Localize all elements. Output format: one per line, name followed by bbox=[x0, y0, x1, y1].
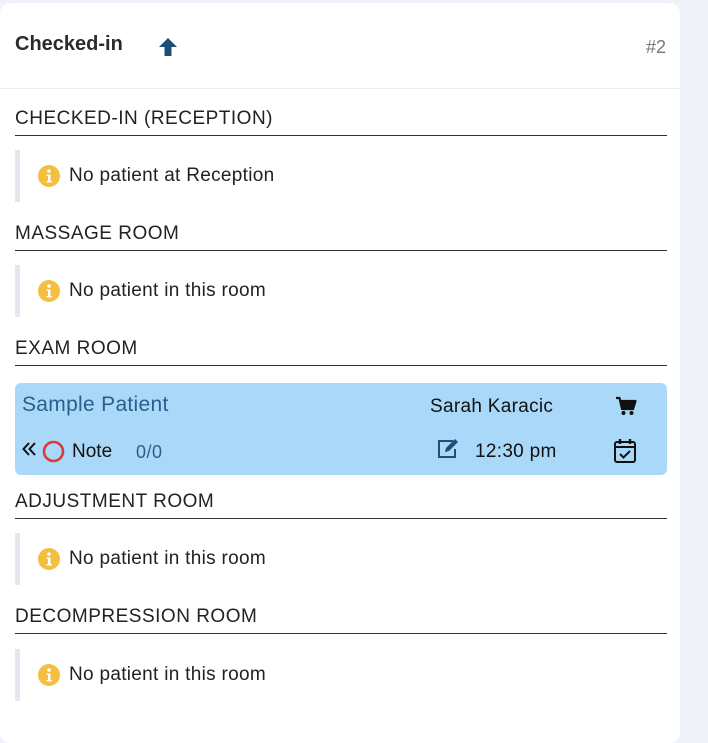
edit-icon[interactable] bbox=[436, 438, 460, 460]
info-icon bbox=[38, 548, 60, 570]
empty-message-box: No patient in this room bbox=[15, 265, 667, 317]
info-icon bbox=[38, 664, 60, 686]
cart-icon[interactable] bbox=[615, 396, 637, 416]
patient-name[interactable]: Sample Patient bbox=[22, 393, 169, 417]
patient-card[interactable]: Sample Patient Sarah Karacic Note 0/0 12… bbox=[15, 383, 667, 475]
section-title-massage: MASSAGE ROOM bbox=[15, 223, 667, 251]
empty-message-box: No patient in this room bbox=[15, 649, 667, 701]
empty-message: No patient in this room bbox=[69, 664, 266, 685]
section-title-decompression: DECOMPRESSION ROOM bbox=[15, 606, 667, 634]
info-icon bbox=[38, 165, 60, 187]
empty-message: No patient in this room bbox=[69, 280, 266, 301]
empty-message: No patient in this room bbox=[69, 548, 266, 569]
section-title-adjustment: ADJUSTMENT ROOM bbox=[15, 491, 667, 519]
empty-message-box: No patient in this room bbox=[15, 533, 667, 585]
note-label[interactable]: Note bbox=[72, 441, 112, 463]
empty-message-box: No patient at Reception bbox=[15, 150, 667, 202]
provider-name: Sarah Karacic bbox=[430, 396, 554, 417]
section-title-reception: CHECKED-IN (RECEPTION) bbox=[15, 108, 667, 136]
calendar-check-icon[interactable] bbox=[613, 438, 637, 464]
double-chevron-left-icon[interactable] bbox=[21, 440, 37, 458]
empty-message: No patient at Reception bbox=[69, 165, 275, 186]
info-icon bbox=[38, 280, 60, 302]
checked-in-card: Checked-in #2 CHECKED-IN (RECEPTION) No … bbox=[0, 3, 680, 743]
note-count: 0/0 bbox=[136, 442, 163, 462]
section-title-exam: EXAM ROOM bbox=[15, 338, 667, 366]
card-number: #2 bbox=[645, 37, 666, 57]
card-title: Checked-in bbox=[15, 33, 123, 55]
status-circle-icon[interactable] bbox=[42, 440, 65, 463]
card-header: Checked-in #2 bbox=[0, 3, 680, 89]
appointment-time: 12:30 pm bbox=[475, 441, 557, 462]
arrow-up-icon[interactable] bbox=[157, 36, 179, 58]
